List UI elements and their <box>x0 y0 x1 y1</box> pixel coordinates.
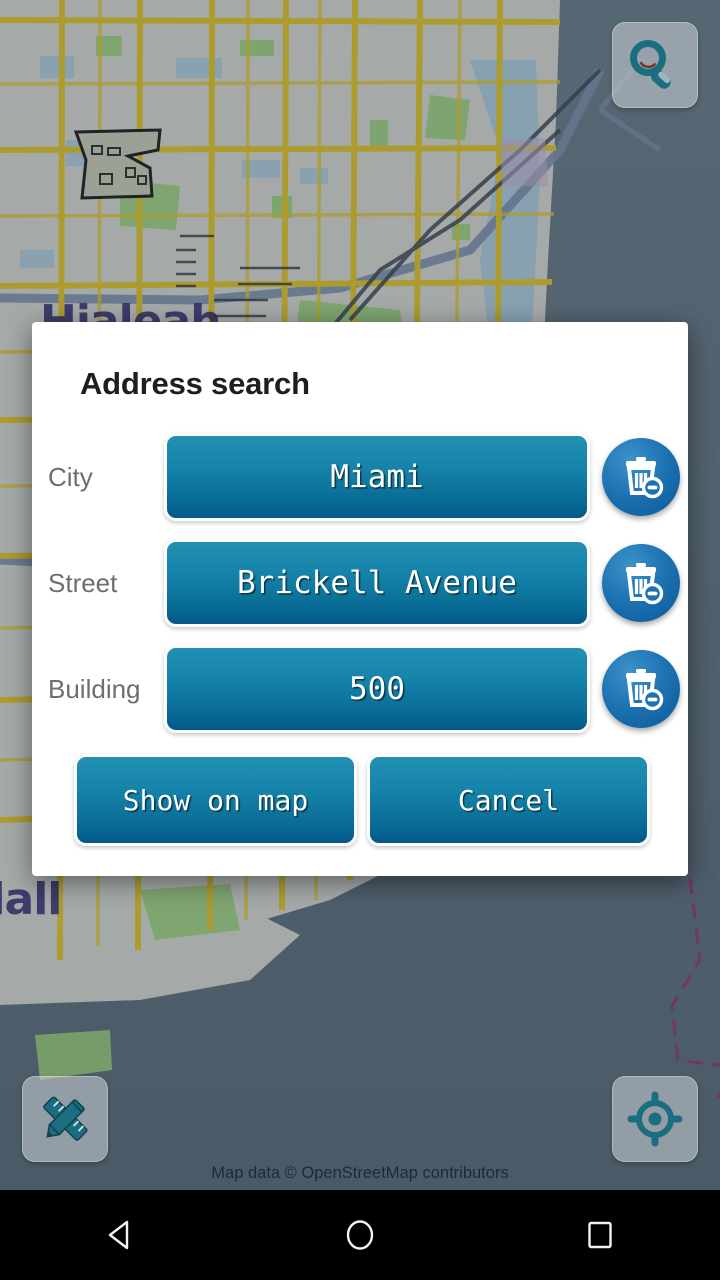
clear-city-button[interactable] <box>602 438 680 516</box>
street-input[interactable]: Brickell Avenue <box>164 539 590 627</box>
cancel-button[interactable]: Cancel <box>367 754 650 846</box>
field-row-building: Building 500 <box>32 636 688 742</box>
city-input[interactable]: Miami <box>164 433 590 521</box>
map-measure-button[interactable] <box>22 1076 108 1162</box>
field-label-building: Building <box>48 673 141 704</box>
building-input[interactable]: 500 <box>164 645 590 733</box>
screen: Hialeah dall Map data © OpenStreetMap co… <box>0 0 720 1280</box>
back-triangle-icon <box>108 1220 129 1250</box>
field-row-street: Street Brickell Avenue <box>32 530 688 636</box>
dialog-title: Address search <box>80 366 310 401</box>
nav-back-button[interactable] <box>60 1190 180 1280</box>
field-row-city: City Miami <box>32 424 688 530</box>
search-icon <box>630 40 671 89</box>
map-attribution: Map data © OpenStreetMap contributors <box>211 1164 509 1182</box>
trash-minus-icon <box>626 457 664 499</box>
trash-minus-icon <box>626 669 664 711</box>
gps-locate-icon <box>627 1091 683 1147</box>
map-label-kendall: dall <box>0 874 62 925</box>
dialog-action-row: Show on map Cancel <box>32 746 688 846</box>
nav-recents-button[interactable] <box>540 1190 660 1280</box>
address-search-dialog: Address search City Miami Street Brickel… <box>32 322 688 876</box>
recents-square-icon <box>588 1221 612 1249</box>
map-locate-button[interactable] <box>612 1076 698 1162</box>
show-on-map-button[interactable]: Show on map <box>74 754 357 846</box>
map-search-button[interactable] <box>612 22 698 108</box>
field-label-city: City <box>48 461 93 492</box>
home-circle-icon <box>346 1220 374 1250</box>
nav-home-button[interactable] <box>300 1190 420 1280</box>
ruler-pencil-icon <box>43 1096 88 1141</box>
field-label-street: Street <box>48 567 118 598</box>
android-navigation-bar <box>0 1190 720 1280</box>
trash-minus-icon <box>626 563 664 605</box>
clear-street-button[interactable] <box>602 544 680 622</box>
clear-building-button[interactable] <box>602 650 680 728</box>
